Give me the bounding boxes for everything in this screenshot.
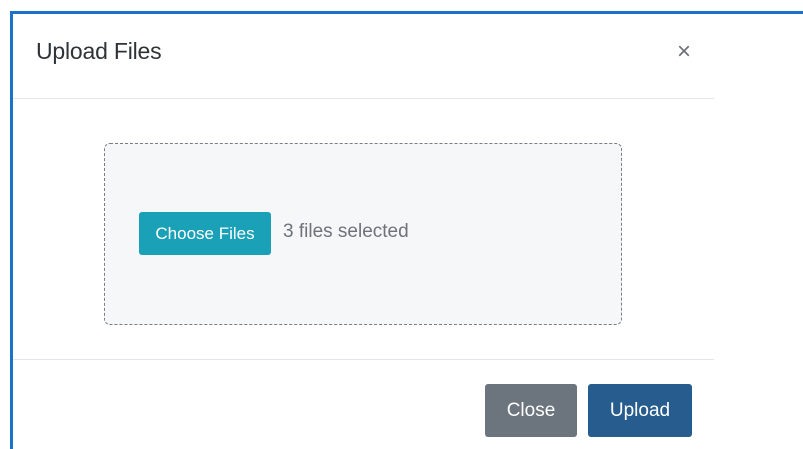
modal-header: Upload Files ×: [13, 14, 714, 99]
upload-button[interactable]: Upload: [588, 384, 692, 437]
modal-footer: Close Upload: [13, 359, 714, 449]
close-button[interactable]: Close: [485, 384, 577, 437]
file-dropzone[interactable]: Choose Files 3 files selected: [104, 143, 622, 325]
choose-files-button[interactable]: Choose Files: [139, 212, 271, 255]
modal-title: Upload Files: [36, 38, 162, 64]
file-selection-status: 3 files selected: [283, 221, 409, 242]
close-icon[interactable]: ×: [672, 38, 696, 66]
modal-body: Choose Files 3 files selected: [13, 99, 714, 359]
upload-files-modal: Upload Files × Choose Files 3 files sele…: [13, 14, 714, 449]
screen: Upload Files × Choose Files 3 files sele…: [0, 0, 803, 449]
